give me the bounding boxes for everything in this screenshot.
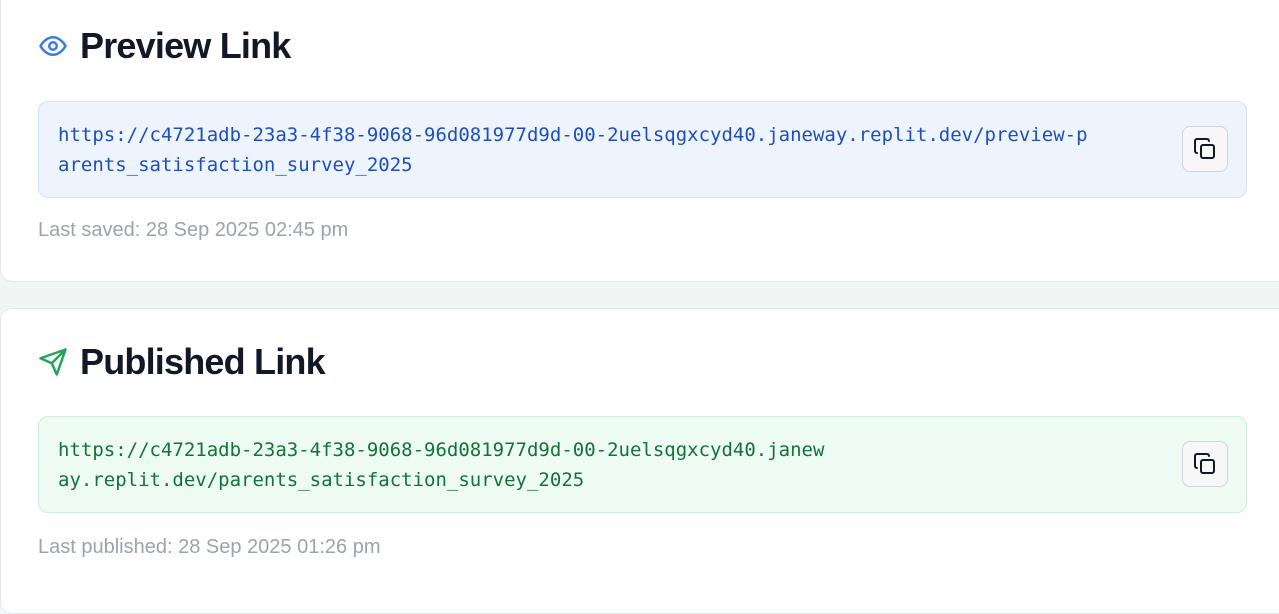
- copy-icon: [1193, 452, 1217, 476]
- preview-title: Preview Link: [80, 25, 291, 66]
- preview-url[interactable]: https://c4721adb-23a3-4f38-9068-96d08197…: [58, 124, 1088, 176]
- copy-preview-button[interactable]: [1182, 126, 1228, 172]
- published-link-card: Published Link https://c4721adb-23a3-4f3…: [0, 308, 1279, 614]
- send-icon: [38, 347, 68, 377]
- preview-url-box[interactable]: https://c4721adb-23a3-4f38-9068-96d08197…: [38, 101, 1247, 198]
- copy-published-button[interactable]: [1182, 441, 1228, 487]
- last-saved-text: Last saved: 28 Sep 2025 02:45 pm: [38, 219, 349, 241]
- published-heading: Published Link: [38, 341, 326, 383]
- published-url-box[interactable]: https://c4721adb-23a3-4f38-9068-96d08197…: [38, 416, 1247, 513]
- copy-icon: [1193, 137, 1217, 161]
- published-url[interactable]: https://c4721adb-23a3-4f38-9068-96d08197…: [58, 439, 824, 491]
- published-title: Published Link: [80, 341, 326, 382]
- last-published-text: Last published: 28 Sep 2025 01:26 pm: [38, 536, 381, 558]
- preview-heading: Preview Link: [38, 25, 291, 67]
- preview-link-card: Preview Link https://c4721adb-23a3-4f38-…: [0, 0, 1279, 282]
- eye-icon: [38, 31, 68, 61]
